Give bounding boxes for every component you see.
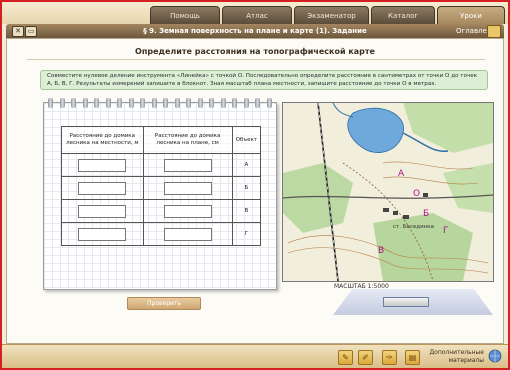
ring-icon bbox=[71, 98, 77, 108]
map-point-a: А bbox=[398, 169, 405, 179]
real-distance-input[interactable] bbox=[78, 181, 127, 195]
ring-icon bbox=[140, 98, 146, 108]
ring-icon bbox=[209, 98, 215, 108]
table-row: Б bbox=[61, 176, 262, 200]
ring-icon bbox=[128, 98, 134, 108]
tab-lessons[interactable]: Уроки bbox=[437, 6, 505, 24]
ring-icon bbox=[186, 98, 192, 108]
row-label: А bbox=[231, 153, 262, 177]
ring-icon bbox=[94, 98, 100, 108]
map-point-v: В bbox=[378, 246, 384, 256]
plan-distance-input[interactable] bbox=[163, 158, 212, 172]
map-graphic: А Б В Г О ст. Бесединка bbox=[283, 103, 493, 281]
pencil-icon[interactable]: ✎ bbox=[338, 350, 353, 365]
task-heading: Определите расстояния на топографической… bbox=[135, 47, 375, 56]
divider bbox=[27, 59, 485, 60]
header-real-distance: Расстояние до домика лесника на местност… bbox=[61, 126, 144, 154]
tab-bar: Помощь Атлас Экзаменатор Каталог Уроки bbox=[2, 2, 508, 24]
marker-icon[interactable]: ✐ bbox=[358, 350, 373, 365]
ring-icon bbox=[151, 98, 157, 108]
ring-icon bbox=[243, 98, 249, 108]
ruler-tool[interactable] bbox=[383, 297, 429, 307]
table-row: А bbox=[61, 153, 262, 177]
bottom-toolbar: ✎ ✐ ✑ ▤ Дополнительные материалы bbox=[2, 344, 508, 368]
map-town-label: ст. Бесединка bbox=[393, 224, 434, 230]
table-row: В bbox=[61, 199, 262, 223]
globe-icon[interactable] bbox=[488, 349, 502, 364]
title-bar: ✕ ▭ § 9. Земная поверхность на плане и к… bbox=[6, 24, 504, 38]
real-distance-input[interactable] bbox=[78, 204, 127, 218]
row-label: Б bbox=[231, 176, 262, 200]
plan-distance-input[interactable] bbox=[163, 181, 212, 195]
map-point-g: Г bbox=[443, 226, 449, 236]
real-distance-input[interactable] bbox=[78, 227, 127, 241]
notes-icon[interactable]: ▤ bbox=[405, 350, 420, 365]
ring-icon bbox=[174, 98, 180, 108]
ring-icon bbox=[59, 98, 65, 108]
ring-icon bbox=[163, 98, 169, 108]
ring-icon bbox=[82, 98, 88, 108]
plan-distance-input[interactable] bbox=[163, 204, 212, 218]
app-window: Помощь Атлас Экзаменатор Каталог Уроки ✕… bbox=[0, 0, 510, 370]
row-label: В bbox=[231, 199, 262, 223]
ring-icon bbox=[266, 98, 272, 108]
tab-catalog[interactable]: Каталог bbox=[371, 6, 435, 24]
tab-help[interactable]: Помощь bbox=[150, 6, 220, 24]
ring-icon bbox=[255, 98, 261, 108]
measurement-table: Расстояние до домика лесника на местност… bbox=[61, 126, 262, 246]
map-point-o: О bbox=[413, 189, 420, 199]
ring-icon bbox=[105, 98, 111, 108]
eraser-icon[interactable]: ✑ bbox=[382, 350, 397, 365]
real-distance-input[interactable] bbox=[78, 158, 127, 172]
map-scale-label: МАСШТАБ 1:5000 bbox=[334, 283, 389, 290]
instruction-box: Совместите нулевое деление инструмента «… bbox=[40, 70, 488, 90]
tab-examiner[interactable]: Экзаменатор bbox=[294, 6, 369, 24]
map-point-b: Б bbox=[423, 209, 429, 219]
ring-icon bbox=[197, 98, 203, 108]
ring-icon bbox=[220, 98, 226, 108]
row-label: Г bbox=[231, 222, 262, 246]
ring-icon bbox=[48, 98, 53, 108]
tab-atlas[interactable]: Атлас bbox=[222, 6, 292, 24]
extra-materials-label[interactable]: Дополнительные материалы bbox=[428, 349, 484, 365]
check-button[interactable]: Проверить bbox=[127, 297, 201, 310]
notebook-rings bbox=[48, 98, 272, 108]
notebook: Расстояние до домика лесника на местност… bbox=[43, 98, 277, 290]
table-row: Г bbox=[61, 222, 262, 246]
header-plan-distance: Расстояние до домика лесника на плане, с… bbox=[142, 126, 233, 154]
task-panel: Определите расстояния на топографической… bbox=[6, 38, 504, 344]
plan-distance-input[interactable] bbox=[163, 227, 212, 241]
topographic-map: А Б В Г О ст. Бесединка bbox=[282, 102, 494, 282]
header-object: Объект bbox=[231, 126, 262, 154]
book-icon[interactable] bbox=[487, 25, 501, 38]
ring-icon bbox=[232, 98, 238, 108]
window-title: § 9. Земная поверхность на плане и карте… bbox=[143, 27, 367, 35]
ring-icon bbox=[117, 98, 123, 108]
